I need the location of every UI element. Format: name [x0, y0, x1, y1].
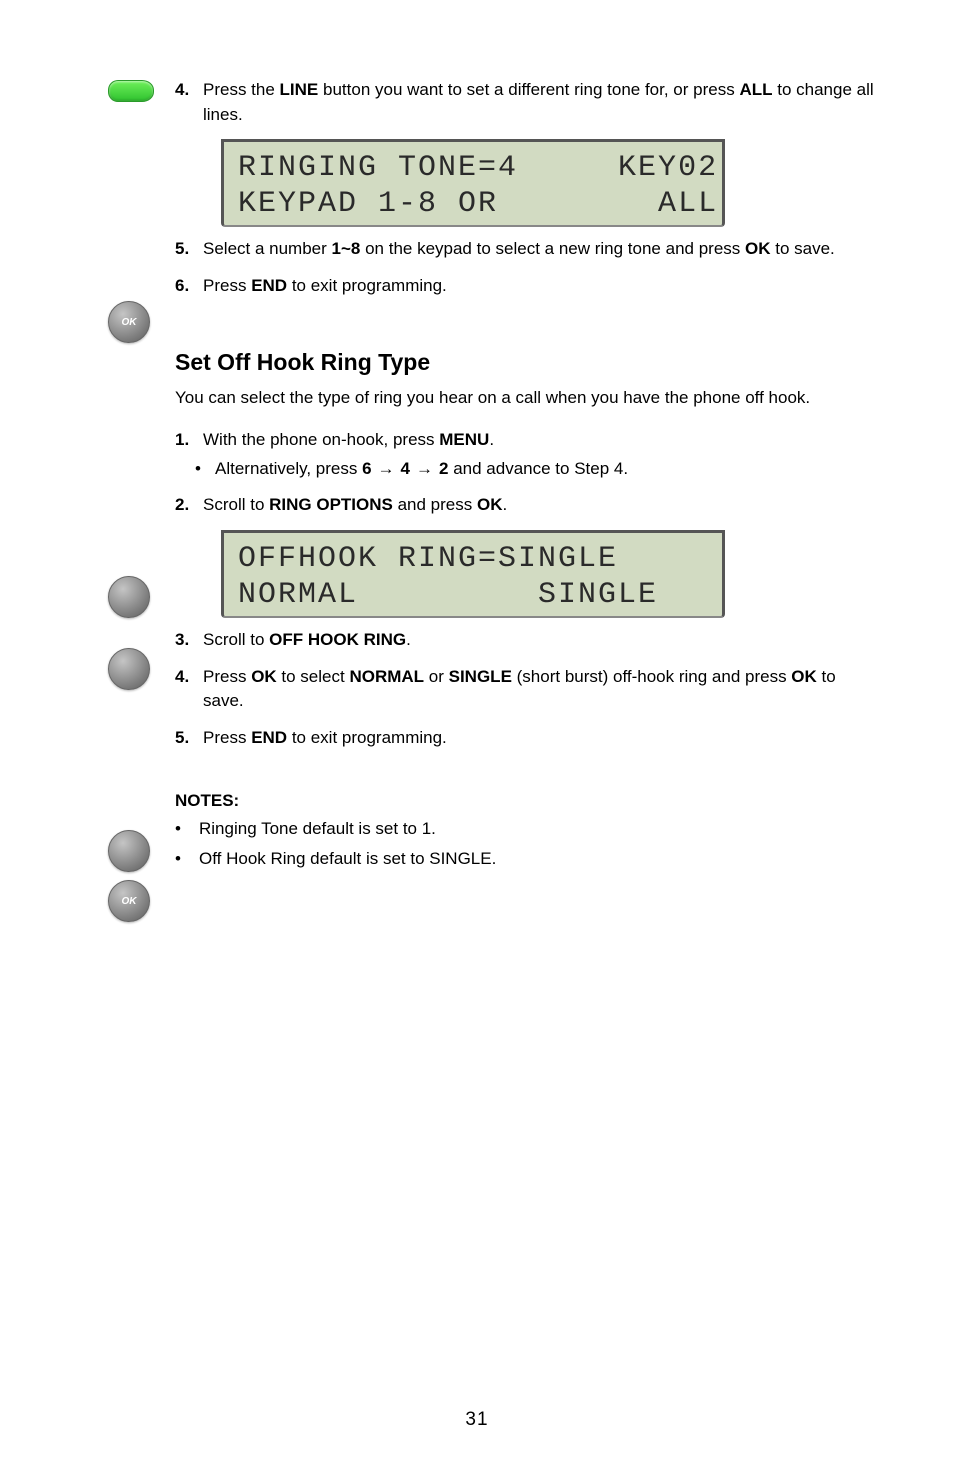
step-number: 3. [175, 628, 203, 653]
step-number: 5. [175, 237, 203, 262]
ok-label: OK [251, 667, 277, 686]
all-softkey-label: ALL [739, 80, 772, 99]
s2-step-1: 1. With the phone on-hook, press MENU. •… [175, 428, 875, 481]
ok-label: OK [791, 667, 817, 686]
section-intro: You can select the type of ring you hear… [175, 386, 875, 411]
step-number: 2. [175, 493, 203, 518]
softkey-button-icon [108, 648, 150, 690]
s2-step-5: 5. Press END to exit programming. [175, 726, 875, 751]
softkey-button-icon [108, 576, 150, 618]
note-item: • Off Hook Ring default is set to SINGLE… [175, 847, 875, 872]
page-number: 31 [0, 1409, 954, 1431]
page: OK OK 4. Press the LINE button you want … [0, 0, 954, 1475]
step-text: Scroll to RING OPTIONS and press OK. [203, 493, 875, 518]
arrow-icon: → [410, 457, 439, 482]
ok-button-icon: OK [108, 301, 150, 343]
lcd-line2: KEYPAD 1-8 OR ALL [238, 187, 718, 221]
lcd-line1: RINGING TONE=4 KEY02 [238, 151, 718, 185]
range-label: 1~8 [332, 239, 361, 258]
bullet-text: Alternatively, press 6→4→2 and advance t… [215, 457, 628, 482]
step-number: 5. [175, 726, 203, 751]
substep-bullet: • Alternatively, press 6→4→2 and advance… [195, 457, 875, 482]
ok-label: OK [745, 239, 771, 258]
bullet-dot: • [195, 457, 215, 482]
note-item: • Ringing Tone default is set to 1. [175, 817, 875, 842]
lcd-display-ringing-tone: RINGING TONE=4 KEY02 KEYPAD 1-8 OR ALL [221, 139, 725, 227]
bullet-dot: • [175, 847, 199, 872]
step-number: 6. [175, 274, 203, 299]
step-text: With the phone on-hook, press MENU. [203, 428, 875, 453]
step-number: 1. [175, 428, 203, 453]
ring-options-label: RING OPTIONS [269, 495, 393, 514]
line-label: LINE [280, 80, 319, 99]
notes-heading: NOTES: [175, 791, 875, 811]
step-text: Select a number 1~8 on the keypad to sel… [203, 237, 875, 262]
step-number: 4. [175, 78, 203, 103]
bullet-dot: • [175, 817, 199, 842]
menu-label: MENU [439, 430, 489, 449]
step-5: 5. Select a number 1~8 on the keypad to … [175, 237, 875, 262]
step-4: 4. Press the LINE button you want to set… [175, 78, 875, 127]
step-6: 6. Press END to exit programming. [175, 274, 875, 299]
offhook-ring-label: OFF HOOK RING [269, 630, 406, 649]
ok-label: OK [477, 495, 503, 514]
step-number: 4. [175, 665, 203, 690]
step-text: Scroll to OFF HOOK RING. [203, 628, 875, 653]
step-text: Press the LINE button you want to set a … [203, 78, 875, 127]
content-column: 4. Press the LINE button you want to set… [175, 78, 875, 872]
single-label: SINGLE [449, 667, 512, 686]
step-text: Press OK to select NORMAL or SINGLE (sho… [203, 665, 875, 714]
lcd-line2: NORMAL SINGLE [238, 578, 658, 612]
step-text: Press END to exit programming. [203, 274, 875, 299]
arrow-icon: → [372, 457, 401, 482]
lcd-line1: OFFHOOK RING=SINGLE [238, 542, 618, 576]
step-text: Press END to exit programming. [203, 726, 875, 751]
end-label: END [251, 728, 287, 747]
ok-button-icon: OK [108, 880, 150, 922]
softkey-button-icon [108, 830, 150, 872]
section-heading-offhook: Set Off Hook Ring Type [175, 349, 875, 376]
s2-step-4: 4. Press OK to select NORMAL or SINGLE (… [175, 665, 875, 714]
line-button-icon [108, 80, 154, 102]
note-text: Off Hook Ring default is set to SINGLE. [199, 847, 496, 872]
note-text: Ringing Tone default is set to 1. [199, 817, 436, 842]
s2-step-2: 2. Scroll to RING OPTIONS and press OK. [175, 493, 875, 518]
normal-label: NORMAL [349, 667, 424, 686]
lcd-display-offhook: OFFHOOK RING=SINGLE NORMAL SINGLE [221, 530, 725, 618]
s2-step-3: 3. Scroll to OFF HOOK RING. [175, 628, 875, 653]
end-label: END [251, 276, 287, 295]
